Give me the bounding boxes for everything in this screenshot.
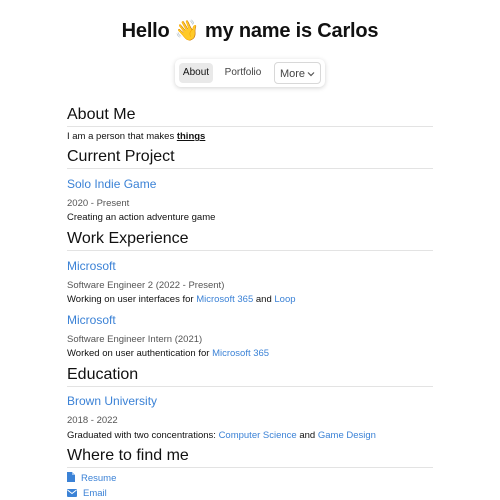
school-link[interactable]: Brown University (67, 394, 157, 408)
resume-label: Resume (81, 473, 117, 484)
email-link[interactable]: Email (67, 488, 107, 499)
education-description: Graduated with two concentrations: Compu… (67, 430, 376, 441)
project-description: Creating an action adventure game (67, 212, 216, 223)
about-heading: About Me (67, 106, 433, 127)
microsoft-365-link[interactable]: Microsoft 365 (196, 294, 253, 305)
more-dropdown[interactable]: More (274, 62, 321, 84)
find-me-heading: Where to find me (67, 447, 433, 468)
nav-bar: About Portfolio More (175, 59, 325, 87)
resume-link[interactable]: Resume (67, 472, 116, 484)
chevron-down-icon (307, 72, 315, 77)
education-desc-prefix: Graduated with two concentrations: (67, 430, 216, 441)
job-desc-prefix: Working on user interfaces for (67, 294, 194, 305)
more-label: More (279, 68, 306, 80)
file-icon (67, 472, 75, 482)
job-role: Software Engineer 2 (2022 - Present) (67, 280, 225, 291)
job-role: Software Engineer Intern (2021) (67, 334, 203, 345)
education-desc-conj: and (299, 430, 316, 441)
job-desc-prefix: Worked on user authentication for (67, 348, 210, 359)
page-title: Hello 👋 my name is Carlos (0, 18, 500, 43)
envelope-icon (67, 489, 77, 497)
project-dates: 2020 - Present (67, 198, 130, 209)
title-suffix: my name is Carlos (204, 20, 379, 42)
job-company-link[interactable]: Microsoft (67, 313, 116, 327)
email-label: Email (83, 488, 107, 499)
education-heading: Education (67, 366, 433, 387)
job-desc-conj: and (255, 294, 272, 305)
computer-science-link[interactable]: Computer Science (219, 430, 297, 441)
game-design-link[interactable]: Game Design (318, 430, 376, 441)
loop-link[interactable]: Loop (274, 294, 295, 305)
microsoft-365-link[interactable]: Microsoft 365 (212, 348, 269, 359)
education-dates: 2018 - 2022 (67, 415, 118, 426)
about-text-emphasis: things (176, 131, 206, 142)
work-heading: Work Experience (67, 230, 433, 251)
title-prefix: Hello (121, 20, 170, 42)
project-name-link[interactable]: Solo Indie Game (67, 177, 156, 191)
job-company-link[interactable]: Microsoft (67, 259, 116, 273)
waving-hand-icon: 👋 (174, 20, 200, 42)
job-description: Worked on user authentication for Micros… (67, 348, 269, 359)
job-description: Working on user interfaces for Microsoft… (67, 294, 296, 305)
tab-about[interactable]: About (179, 63, 213, 83)
tab-portfolio[interactable]: Portfolio (219, 63, 267, 83)
current-project-heading: Current Project (67, 148, 433, 169)
about-text: I am a person that makes things (67, 131, 205, 142)
about-text-prefix: I am a person that makes (67, 131, 175, 142)
